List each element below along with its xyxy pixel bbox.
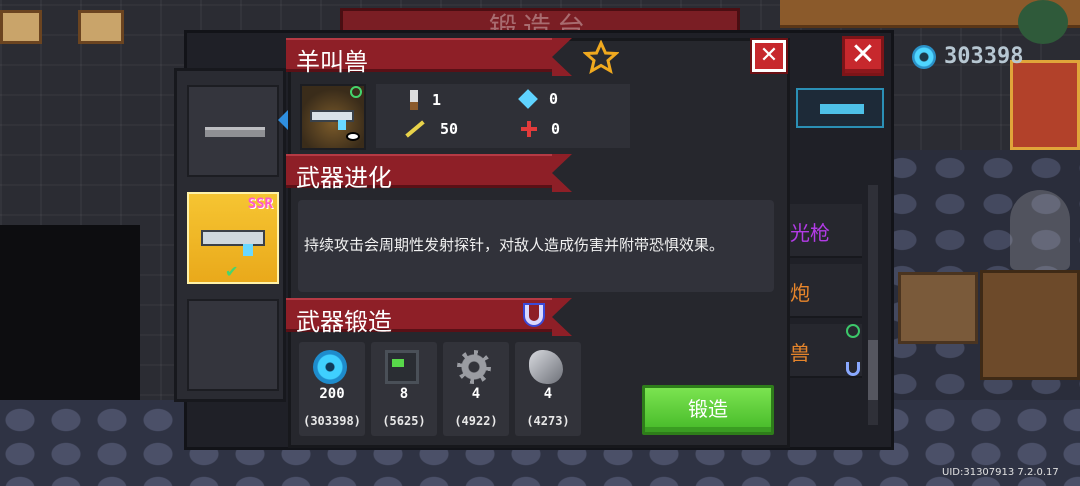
forge-title: 武器锻造 xyxy=(296,308,392,336)
weapon-list: SSR ✔ xyxy=(174,68,286,402)
close-icon: ✕ xyxy=(759,43,779,68)
magnet-icon xyxy=(846,362,860,376)
stat-energy-value: 0 xyxy=(549,90,559,108)
shotgun-icon xyxy=(205,127,265,137)
check-icon xyxy=(350,86,362,98)
material-card: 4 (4922) xyxy=(443,342,509,436)
tab-weapons[interactable] xyxy=(796,88,884,128)
stat-attack-value: 1 xyxy=(432,91,442,109)
weapon-table xyxy=(898,272,978,344)
evolution-title: 武器进化 xyxy=(296,164,392,192)
weapon-part-icon xyxy=(385,350,419,384)
forge-close-button[interactable]: ✕ xyxy=(842,36,884,76)
material-owned: (4273) xyxy=(526,414,570,428)
material-required: 8 xyxy=(399,386,409,402)
material-owned: (303398) xyxy=(303,414,361,428)
stat-attack: 1 xyxy=(410,90,441,110)
list-item-label: 光枪 xyxy=(790,221,830,245)
rifle-icon xyxy=(310,110,354,130)
crosshair-icon xyxy=(521,121,537,137)
close-button[interactable]: ✕ xyxy=(752,40,786,72)
rarity-badge: SSR xyxy=(247,196,273,212)
wall-sign xyxy=(0,10,42,44)
currency-display: 303398 xyxy=(912,44,1023,69)
evolution-ribbon: 武器进化 xyxy=(286,154,572,192)
stat-precision: 0 xyxy=(521,120,560,138)
gear-icon xyxy=(457,350,491,384)
magnet-icon[interactable] xyxy=(525,305,543,325)
sword-icon xyxy=(410,90,418,110)
material-card: 4 (4273) xyxy=(515,342,581,436)
stat-crit-value: 50 xyxy=(440,120,459,138)
stat-crit: 50 xyxy=(404,120,458,138)
crit-icon xyxy=(405,120,425,138)
currency-value: 303398 xyxy=(944,44,1024,69)
weapon-name-ribbon: 羊叫兽 xyxy=(286,38,572,76)
weapon-icon xyxy=(820,104,864,114)
material-required: 4 xyxy=(543,386,553,402)
weapon-slot-selected[interactable]: SSR ✔ xyxy=(187,192,279,284)
weapon-slot-shotgun[interactable] xyxy=(187,85,279,177)
uid-label: UID:31307913 7.2.0.17 xyxy=(942,467,1059,478)
material-owned: (4922) xyxy=(454,414,498,428)
material-required: 200 xyxy=(319,386,345,402)
material-card: 8 (5625) xyxy=(371,342,437,436)
list-scrollbar[interactable] xyxy=(868,185,878,425)
list-item-label: 炮 xyxy=(790,281,810,305)
treasure-chest xyxy=(1010,60,1080,150)
stat-precision-value: 0 xyxy=(551,120,561,138)
blue-gem-icon xyxy=(313,350,347,384)
wall-sign xyxy=(78,10,124,44)
star-icon[interactable] xyxy=(583,40,619,76)
plant xyxy=(1018,0,1068,44)
ghost-npc xyxy=(1010,190,1070,270)
material-owned: (5625) xyxy=(382,414,426,428)
list-item[interactable]: 炮 xyxy=(790,264,862,318)
evolution-description: 持续攻击会周期性发射探针，对敌人造成伤害并附带恐惧效果。 xyxy=(304,236,725,254)
forge-button[interactable]: 锻造 xyxy=(642,385,774,435)
forge-ribbon: 武器锻造 xyxy=(286,298,572,336)
scrollbar-thumb[interactable] xyxy=(868,340,878,400)
rifle-icon xyxy=(201,230,265,256)
ore-icon xyxy=(529,350,563,384)
material-card: 200 (303398) xyxy=(299,342,365,436)
dark-area xyxy=(0,225,140,405)
close-icon: ✕ xyxy=(850,37,876,72)
energy-icon xyxy=(518,89,538,109)
list-item[interactable]: 光枪 xyxy=(790,204,862,258)
material-required: 4 xyxy=(471,386,481,402)
stat-energy: 0 xyxy=(518,89,559,109)
weapon-name: 羊叫兽 xyxy=(296,48,368,76)
list-item-label: 兽 xyxy=(790,341,810,365)
forge-button-label: 锻造 xyxy=(688,397,728,421)
eye-icon[interactable] xyxy=(346,132,360,141)
weapon-slot-empty[interactable] xyxy=(187,299,279,391)
weapon-shelf xyxy=(980,270,1080,380)
blue-gem-icon xyxy=(912,44,936,69)
check-icon: ✔ xyxy=(225,262,239,281)
check-icon xyxy=(846,324,860,338)
